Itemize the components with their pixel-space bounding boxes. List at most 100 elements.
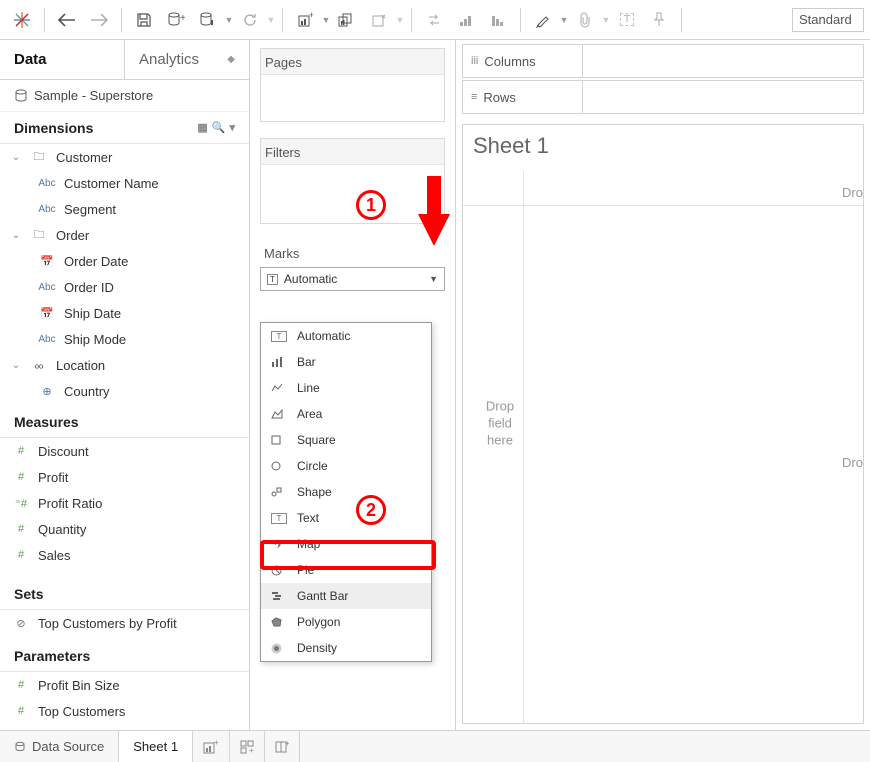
dropdown-caret-icon[interactable]: ▼ [321, 4, 331, 36]
datasource-row[interactable]: Sample - Superstore [0, 80, 249, 112]
mark-type-gantt-bar[interactable]: Gantt Bar [261, 583, 431, 609]
new-worksheet-button[interactable]: + [289, 4, 321, 36]
field-customer-name[interactable]: AbcCustomer Name [0, 170, 249, 196]
worksheet-view[interactable]: Sheet 1 Drop field here Dro Dro [462, 124, 864, 724]
number-icon: # [10, 549, 32, 561]
text-label-button[interactable]: T [611, 4, 643, 36]
field-label: Customer Name [64, 176, 159, 191]
map-mark-icon: ✈ [271, 537, 287, 551]
field-ship-mode[interactable]: AbcShip Mode [0, 326, 249, 352]
gantt-mark-icon [271, 591, 287, 601]
field-order-id[interactable]: AbcOrder ID [0, 274, 249, 300]
sets-header-label: Sets [14, 586, 44, 602]
field-label: Location [56, 358, 105, 373]
mark-type-polygon[interactable]: Polygon [261, 609, 431, 635]
field-top-customers-set[interactable]: ⊘Top Customers by Profit [0, 610, 249, 636]
new-story-tab[interactable]: + [265, 731, 300, 762]
tab-data[interactable]: Data [0, 40, 124, 79]
swap-axes-button[interactable] [418, 4, 450, 36]
mark-type-automatic[interactable]: TAutomatic [261, 323, 431, 349]
mark-type-label: Polygon [297, 615, 340, 629]
rows-icon: ≡ [471, 91, 477, 103]
mark-type-density[interactable]: Density [261, 635, 431, 661]
duplicate-sheet-button[interactable] [331, 4, 363, 36]
back-button[interactable] [51, 4, 83, 36]
number-icon: # [10, 471, 32, 483]
mark-type-square[interactable]: Square [261, 427, 431, 453]
hierarchy-icon: ₒₒ [28, 359, 50, 371]
mark-type-label: Bar [297, 355, 316, 369]
field-country[interactable]: ⊕Country [0, 378, 249, 404]
tab-analytics[interactable]: Analytics◆ [124, 40, 249, 79]
param-profit-bin-size[interactable]: #Profit Bin Size [0, 672, 249, 698]
dim-folder-order[interactable]: ⌄🗀Order [0, 222, 249, 248]
mark-type-map[interactable]: ✈Map [261, 531, 431, 557]
highlight-button[interactable] [527, 4, 559, 36]
tab-sheet-1[interactable]: Sheet 1 [119, 731, 193, 762]
field-quantity[interactable]: #Quantity [0, 516, 249, 542]
mark-type-shape[interactable]: Shape [261, 479, 431, 505]
sort-asc-button[interactable] [450, 4, 482, 36]
measures-header-label: Measures [14, 414, 79, 430]
forward-button[interactable] [83, 4, 115, 36]
tableau-logo-icon[interactable] [6, 4, 38, 36]
pause-updates-button[interactable] [192, 4, 224, 36]
save-button[interactable] [128, 4, 160, 36]
abc-icon: Abc [36, 204, 58, 215]
mark-type-label: Shape [297, 485, 332, 499]
folder-icon: 🗀 [28, 148, 50, 167]
fit-dropdown[interactable] [792, 8, 864, 32]
columns-shelf[interactable]: iiiColumns [462, 44, 864, 78]
dropdown-caret-icon[interactable]: ▼ [266, 4, 276, 36]
datasource-label: Sample - Superstore [34, 88, 153, 103]
mark-type-text[interactable]: TText [261, 505, 431, 531]
marks-type-dropdown[interactable]: TAutomatic ▼ [260, 267, 445, 291]
tab-data-source[interactable]: Data Source [0, 731, 119, 762]
menu-caret-icon[interactable]: ▾ [229, 121, 235, 134]
sheet-title[interactable]: Sheet 1 [473, 133, 549, 159]
dropdown-caret-icon[interactable]: ▼ [395, 4, 405, 36]
mark-type-area[interactable]: Area [261, 401, 431, 427]
mark-type-label: Line [297, 381, 320, 395]
filters-shelf[interactable]: Filters [260, 138, 445, 224]
dim-folder-location[interactable]: ⌄ₒₒLocation [0, 352, 249, 378]
dimensions-tree: ⌄🗀Customer AbcCustomer Name AbcSegment ⌄… [0, 144, 249, 406]
marks-title: Marks [260, 240, 445, 267]
param-top-customers[interactable]: #Top Customers [0, 698, 249, 724]
field-sales[interactable]: #Sales [0, 542, 249, 568]
new-datasource-button[interactable]: + [160, 4, 192, 36]
field-profit[interactable]: #Profit [0, 464, 249, 490]
search-icon[interactable]: 🔍 [212, 121, 226, 134]
pin-button[interactable] [643, 4, 675, 36]
chevron-down-icon: ▼ [429, 274, 438, 284]
field-order-date[interactable]: 📅Order Date [0, 248, 249, 274]
field-ship-date[interactable]: 📅Ship Date [0, 300, 249, 326]
dropdown-caret-icon[interactable]: ▼ [601, 4, 611, 36]
field-segment[interactable]: AbcSegment [0, 196, 249, 222]
view-list-icon[interactable]: ▦ [197, 121, 207, 134]
pages-shelf[interactable]: Pages [260, 48, 445, 122]
dropdown-caret-icon[interactable]: ▼ [224, 4, 234, 36]
field-label: Profit Bin Size [38, 678, 120, 693]
field-profit-ratio[interactable]: ⁼#Profit Ratio [0, 490, 249, 516]
mark-type-circle[interactable]: Circle [261, 453, 431, 479]
dropdown-caret-icon[interactable]: ▼ [559, 4, 569, 36]
field-label: Ship Mode [64, 332, 126, 347]
text-mark-icon: T [271, 331, 287, 342]
datasource-icon [14, 89, 28, 103]
dimensions-header: Dimensions ▦🔍▾ [0, 112, 249, 144]
attachment-button[interactable] [569, 4, 601, 36]
dim-folder-customer[interactable]: ⌄🗀Customer [0, 144, 249, 170]
rows-shelf[interactable]: ≡Rows [462, 80, 864, 114]
mark-type-pie[interactable]: Pie [261, 557, 431, 583]
mark-type-bar[interactable]: Bar [261, 349, 431, 375]
new-worksheet-tab[interactable]: + [193, 731, 230, 762]
refresh-button[interactable] [234, 4, 266, 36]
sort-desc-button[interactable] [482, 4, 514, 36]
field-discount[interactable]: #Discount [0, 438, 249, 464]
clear-sheet-button[interactable] [363, 4, 395, 36]
field-state[interactable]: ⊕State [0, 404, 249, 406]
new-dashboard-tab[interactable]: + [230, 731, 265, 762]
circle-mark-icon [271, 461, 287, 471]
mark-type-line[interactable]: Line [261, 375, 431, 401]
